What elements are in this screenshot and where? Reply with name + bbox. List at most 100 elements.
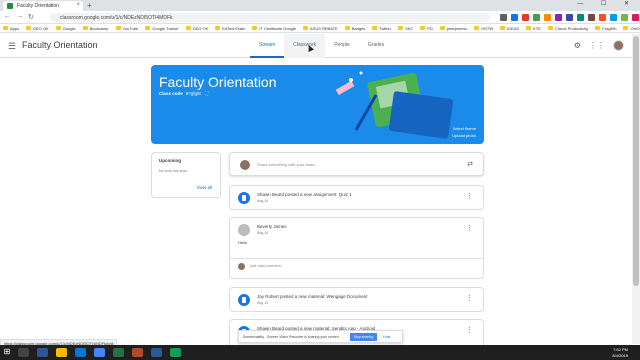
- url-input[interactable]: classroom.google.com/u/1/c/NDEzNDI5OTI4M…: [50, 13, 490, 22]
- word-icon[interactable]: [151, 348, 162, 357]
- extension-icon[interactable]: [577, 14, 584, 21]
- more-options-icon[interactable]: ⋮: [466, 192, 473, 200]
- extension-icon[interactable]: [588, 14, 595, 21]
- share-placeholder[interactable]: Share something with your class...: [257, 162, 318, 167]
- app-icon[interactable]: [170, 348, 181, 357]
- select-theme-link[interactable]: Select theme: [453, 126, 476, 131]
- share-box[interactable]: Share something with your class... ⇄: [229, 152, 484, 176]
- chrome-icon[interactable]: [94, 348, 105, 357]
- bookmark-item[interactable]: Bookcamp: [82, 26, 109, 31]
- bookmark-item[interactable]: FrogEth: [595, 26, 616, 31]
- bookmark-item[interactable]: EdTechTeam: [215, 26, 245, 31]
- folder-icon: [185, 26, 191, 30]
- post-title[interactable]: Shawn Beard posted a new assignment: Qui…: [257, 192, 352, 197]
- star-icon[interactable]: [500, 14, 507, 21]
- stream-post[interactable]: Shawn Beard posted a new assignment: Qui…: [229, 185, 484, 210]
- upload-photo-link[interactable]: Upload photo: [452, 133, 476, 138]
- bookmark-item[interactable]: HSTW: [474, 26, 493, 31]
- menu-icon[interactable]: ☰: [8, 41, 16, 52]
- extension-icon[interactable]: [511, 14, 518, 21]
- system-clock[interactable]: 7:52 PM 8/4/2019: [612, 347, 628, 358]
- bookmark-item[interactable]: Google: [55, 26, 76, 31]
- powerpoint-icon[interactable]: [132, 348, 143, 357]
- forward-icon[interactable]: →: [16, 13, 23, 20]
- excel-icon[interactable]: [113, 348, 124, 357]
- extension-icon[interactable]: [533, 14, 540, 21]
- bookmark-label: DEO OK: [192, 25, 209, 31]
- windows-start-icon[interactable]: ⊞: [0, 345, 14, 360]
- extension-icon[interactable]: [599, 14, 606, 21]
- folder-icon: [526, 26, 532, 30]
- tab-grades[interactable]: Grades: [359, 34, 393, 58]
- bookmark-item[interactable]: Twitter: [372, 26, 391, 31]
- extension-icon[interactable]: [621, 14, 628, 21]
- bookmark-item[interactable]: Chunk Productivity: [547, 26, 588, 31]
- announcement-card: Beverly James Aug 14 ⋮ Hello Add class c…: [229, 217, 484, 279]
- edge-icon[interactable]: [37, 348, 48, 357]
- bookmark-item[interactable]: DEO OK: [185, 25, 209, 31]
- extension-icons: [500, 14, 640, 21]
- bookmark-item[interactable]: Badges: [344, 26, 365, 31]
- classroom-header: ☰ Faculty Orientation Stream Classwork P…: [0, 34, 632, 58]
- apps-grid-icon[interactable]: ⋮⋮: [589, 41, 605, 50]
- close-tab-icon[interactable]: ×: [76, 2, 80, 8]
- view-all-link[interactable]: View all: [197, 185, 212, 190]
- folder-icon: [547, 26, 553, 30]
- extension-icon[interactable]: [632, 14, 639, 21]
- stream-post[interactable]: Jay Robert posted a new material: Wengag…: [229, 287, 484, 312]
- bookmark-item[interactable]: YouTube: [115, 26, 138, 31]
- tab-people[interactable]: People: [325, 34, 359, 58]
- reload-icon[interactable]: ↻: [28, 13, 34, 21]
- browser-tab-bar: Faculty Orientation × + — ☐ ✕: [0, 0, 640, 11]
- bookmark-item[interactable]: OHCC: [623, 26, 640, 31]
- post-title[interactable]: Jay Robert posted a new material: Wengag…: [257, 294, 367, 299]
- tab-classwork[interactable]: Classwork: [284, 34, 326, 58]
- extension-icon[interactable]: [555, 14, 562, 21]
- browser-tab[interactable]: Faculty Orientation ×: [3, 1, 83, 11]
- store-icon[interactable]: [75, 348, 86, 357]
- more-options-icon[interactable]: ⋮: [466, 224, 473, 232]
- extension-icon[interactable]: [544, 14, 551, 21]
- window-controls[interactable]: — ☐ ✕: [577, 0, 637, 7]
- bookmark-item[interactable]: SKC: [398, 26, 413, 31]
- more-options-icon[interactable]: ⋮: [466, 326, 473, 334]
- folder-icon: [595, 26, 601, 30]
- bookmark-item[interactable]: Google Trainer: [145, 26, 179, 31]
- bookmark-item[interactable]: IDEAS: [500, 26, 519, 31]
- folder-icon: [302, 26, 308, 30]
- scrollbar-thumb[interactable]: [633, 36, 639, 286]
- class-banner: Faculty Orientation Class code 57gfg5t ⛶ …: [151, 65, 484, 144]
- extension-icon[interactable]: [610, 14, 617, 21]
- extension-icon[interactable]: [566, 14, 573, 21]
- bookmark-item[interactable]: ASUS REBATE: [302, 26, 338, 31]
- back-icon[interactable]: ←: [4, 13, 11, 20]
- bookmark-item[interactable]: Apps: [3, 26, 19, 31]
- repost-icon[interactable]: ⇄: [467, 160, 473, 168]
- class-name[interactable]: Faculty Orientation: [22, 40, 98, 50]
- bookmark-label: PD: [427, 25, 433, 31]
- assignment-icon: [238, 192, 250, 204]
- more-options-icon[interactable]: ⋮: [466, 294, 473, 302]
- bookmark-item[interactable]: PD: [420, 26, 433, 31]
- folder-icon: [474, 26, 480, 30]
- tab-stream[interactable]: Stream: [250, 34, 285, 58]
- class-code: Class code 57gfg5t ⛶: [159, 91, 208, 96]
- stop-sharing-button[interactable]: Stop sharing: [349, 332, 378, 341]
- new-tab-icon[interactable]: +: [87, 1, 92, 10]
- bookmark-item[interactable]: IT Certificate Google: [252, 26, 296, 31]
- search-icon[interactable]: [18, 348, 29, 357]
- bookmark-item[interactable]: KTE: [526, 26, 541, 31]
- extension-icon[interactable]: [522, 14, 529, 21]
- folder-icon: [372, 26, 378, 30]
- hide-button[interactable]: Hide: [383, 335, 390, 339]
- gear-icon[interactable]: ⚙: [574, 41, 581, 50]
- class-comment-input[interactable]: Add class comment...: [250, 264, 283, 268]
- account-avatar[interactable]: [613, 40, 624, 51]
- bookmark-item[interactable]: pearpwrxsv: [439, 25, 468, 31]
- bookmark-label: pearpwrxsv: [446, 25, 468, 31]
- fullscreen-icon[interactable]: ⛶: [204, 91, 208, 96]
- folder-icon: [145, 26, 151, 30]
- bookmark-item[interactable]: DEO OK: [26, 26, 49, 31]
- folder-icon[interactable]: [56, 348, 67, 357]
- folder-icon: [398, 26, 404, 30]
